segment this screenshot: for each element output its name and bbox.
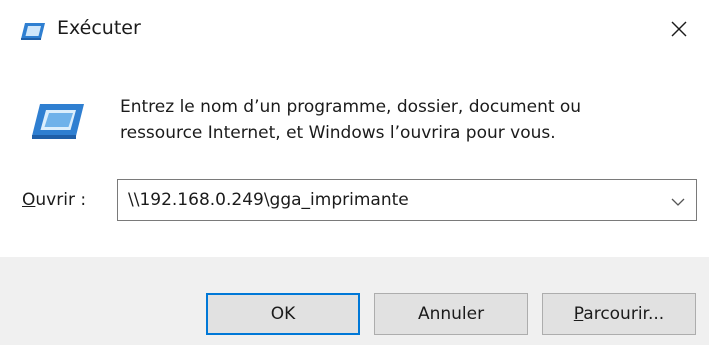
description-text: Entrez le nom d’un programme, dossier, d…	[120, 94, 680, 146]
title-bar: Exécuter	[0, 0, 709, 62]
chevron-down-icon	[671, 191, 685, 210]
close-icon	[670, 20, 688, 42]
browse-button-label: Parcourir...	[574, 304, 664, 324]
window-title: Exécuter	[57, 17, 141, 39]
browse-button[interactable]: Parcourir...	[542, 293, 696, 335]
run-icon	[20, 21, 46, 41]
close-button[interactable]	[649, 0, 709, 62]
open-label-mnemonic: O	[22, 190, 36, 210]
dialog-content: Entrez le nom d’un programme, dossier, d…	[0, 62, 709, 257]
run-icon	[30, 102, 86, 142]
description-line: ressource Internet, et Windows l’ouvrira…	[120, 123, 556, 143]
ok-button[interactable]: OK	[206, 293, 360, 335]
open-label-rest: uvrir :	[35, 190, 87, 210]
cancel-button-label: Annuler	[417, 304, 485, 324]
ok-button-label: OK	[270, 304, 296, 324]
description-line: Entrez le nom d’un programme, dossier, d…	[120, 97, 582, 117]
open-label: Ouvrir :	[22, 190, 86, 210]
button-bar: OK Annuler Parcourir...	[0, 257, 709, 345]
open-input[interactable]: \\192.168.0.249\gga_imprimante	[128, 180, 409, 220]
browse-mnemonic: P	[573, 304, 584, 324]
browse-label-rest: arcourir...	[583, 304, 665, 324]
dropdown-button[interactable]	[660, 180, 696, 220]
run-dialog: Exécuter Entrez le nom d’un programme, d…	[0, 0, 709, 345]
cancel-button[interactable]: Annuler	[374, 293, 528, 335]
open-combobox[interactable]: \\192.168.0.249\gga_imprimante	[117, 179, 697, 221]
